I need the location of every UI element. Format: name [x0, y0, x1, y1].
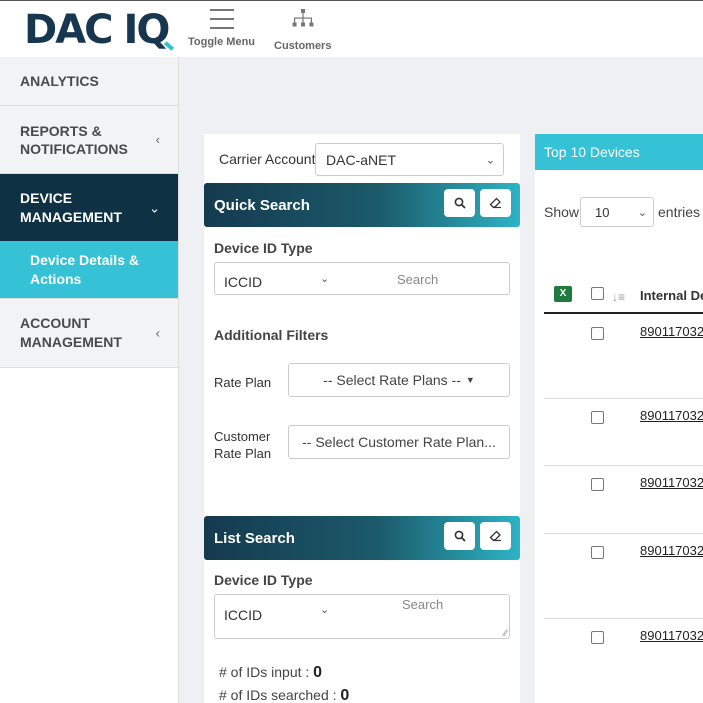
- search-icon: [454, 530, 466, 542]
- toggle-menu-label: Toggle Menu: [188, 36, 256, 48]
- table-row: 890117032: [544, 466, 703, 534]
- carrier-account-select[interactable]: DAC-aNET ⌄: [315, 143, 504, 176]
- resize-handle-icon[interactable]: ∕∕: [504, 628, 507, 638]
- sidebar-item-analytics[interactable]: ANALYTICS: [0, 57, 178, 106]
- sidebar-subitem-label: Device Details & Actions: [30, 251, 139, 287]
- search-panel: Carrier Account DAC-aNET ⌄ Quick Search …: [204, 134, 520, 703]
- table-header: X ↓≡ Internal De: [544, 280, 703, 314]
- chevron-down-icon: ⌄: [485, 154, 495, 166]
- customers-label: Customers: [274, 40, 332, 52]
- sidebar-item-account-management[interactable]: ACCOUNT MANAGEMENT ‹: [0, 298, 178, 368]
- chevron-down-icon: ⌄: [320, 273, 330, 285]
- excel-export-icon[interactable]: X: [554, 286, 572, 302]
- device-id-type-select[interactable]: ICCID: [224, 274, 262, 290]
- sidebar-item-label: ANALYTICS: [20, 73, 99, 89]
- top-devices-panel: Top 10 Devices Show 10 ⌄ entries X ↓≡ In…: [535, 134, 703, 703]
- row-checkbox[interactable]: [591, 411, 604, 424]
- list-search-header: List Search: [204, 516, 520, 560]
- customer-rate-plan-label: Customer Rate Plan: [214, 428, 271, 462]
- customer-rate-plan-select[interactable]: -- Select Customer Rate Plan...: [288, 425, 510, 459]
- chevron-down-icon: ⌄: [149, 200, 160, 215]
- table-row: 890117032: [544, 315, 703, 399]
- entries-value: 10: [595, 204, 610, 220]
- hamburger-icon: [209, 9, 234, 29]
- sidebar-item-device-management[interactable]: DEVICE MANAGEMENT ⌄: [0, 174, 178, 241]
- list-device-id-type-select[interactable]: ICCID: [224, 607, 262, 623]
- ids-input-count: # of IDs input : 0: [219, 664, 322, 682]
- list-search-combo: ICCID ⌄ Search ∕∕: [214, 594, 510, 639]
- rate-plan-select-text: -- Select Rate Plans --: [323, 372, 461, 388]
- customer-rate-plan-label-line2: Rate Plan: [214, 446, 272, 461]
- toggle-menu-button[interactable]: Toggle Menu: [188, 7, 255, 48]
- carrier-account-value: DAC-aNET: [326, 151, 397, 168]
- sidebar-item-label: DEVICE MANAGEMENT: [20, 189, 122, 225]
- sidebar-item-label: ACCOUNT MANAGEMENT: [20, 315, 122, 350]
- row-checkbox[interactable]: [591, 546, 604, 559]
- ids-searched-count: # of IDs searched : 0: [219, 687, 349, 703]
- select-all-checkbox[interactable]: [591, 287, 604, 300]
- ids-input-label: # of IDs input :: [219, 664, 314, 680]
- eraser-icon: [489, 530, 501, 542]
- quick-search-title: Quick Search: [214, 196, 310, 214]
- table-row: 890117032: [544, 619, 703, 703]
- device-id-link[interactable]: 890117032: [640, 324, 703, 339]
- device-id-link[interactable]: 890117032: [640, 475, 703, 490]
- device-id-link[interactable]: 890117032: [640, 628, 703, 643]
- caret-down-icon: ▼: [465, 375, 475, 385]
- sidebar-subitem-device-details[interactable]: Device Details & Actions: [0, 241, 178, 298]
- chevron-left-icon: ‹: [155, 325, 160, 341]
- quick-search-input[interactable]: Search: [397, 272, 438, 287]
- sidebar-item-reports-notifications[interactable]: REPORTS & NOTIFICATIONS ‹: [0, 106, 178, 174]
- ids-searched-value: 0: [340, 687, 350, 703]
- device-id-link[interactable]: 890117032: [640, 543, 703, 558]
- list-search-title: List Search: [214, 529, 295, 547]
- ids-input-value: 0: [313, 664, 323, 681]
- entries-select[interactable]: 10 ⌄: [580, 197, 654, 227]
- row-checkbox[interactable]: [591, 631, 604, 644]
- top-devices-header: Top 10 Devices: [535, 134, 703, 170]
- show-label: Show: [544, 204, 580, 220]
- org-chart-icon: [292, 9, 314, 27]
- quick-search-combo: ICCID ⌄ Search: [214, 262, 510, 295]
- chevron-left-icon: ‹: [155, 131, 160, 147]
- quick-search-header: Quick Search: [204, 183, 520, 227]
- list-search-textarea[interactable]: Search: [402, 597, 443, 612]
- list-search-clear-button[interactable]: [480, 522, 511, 550]
- sort-icon[interactable]: ↓≡: [612, 290, 625, 304]
- customers-button[interactable]: Customers: [274, 7, 331, 52]
- top-devices-title: Top 10 Devices: [544, 144, 640, 160]
- search-icon: [454, 197, 466, 209]
- list-search-button[interactable]: [444, 522, 475, 550]
- rate-plan-select[interactable]: -- Select Rate Plans -- ▼: [288, 363, 510, 397]
- column-header-internal-device[interactable]: Internal De: [640, 288, 703, 303]
- device-id-link[interactable]: 890117032: [640, 408, 703, 423]
- quick-search-clear-button[interactable]: [480, 189, 511, 217]
- row-checkbox[interactable]: [591, 478, 604, 491]
- top-header: DAC IQ Toggle Menu Customers: [0, 0, 703, 57]
- row-checkbox[interactable]: [591, 327, 604, 340]
- table-row: 890117032: [544, 534, 703, 619]
- customer-rate-plan-select-text: -- Select Customer Rate Plan...: [302, 434, 496, 450]
- app-logo[interactable]: DAC IQ: [24, 7, 170, 53]
- rate-plan-label: Rate Plan: [214, 375, 272, 390]
- chevron-down-icon: ⌄: [320, 604, 330, 616]
- sidebar: ANALYTICS REPORTS & NOTIFICATIONS ‹ DEVI…: [0, 57, 179, 703]
- table-row: 890117032: [544, 399, 703, 466]
- eraser-icon: [489, 197, 501, 209]
- ids-searched-label: # of IDs searched :: [219, 687, 341, 703]
- additional-filters-label: Additional Filters: [214, 327, 329, 343]
- device-id-type-label: Device ID Type: [214, 240, 313, 256]
- quick-search-button[interactable]: [444, 189, 475, 217]
- chevron-down-icon: ⌄: [637, 206, 647, 219]
- sidebar-item-label: REPORTS & NOTIFICATIONS: [20, 122, 128, 157]
- carrier-account-label: Carrier Account: [219, 151, 316, 167]
- list-device-id-type-label: Device ID Type: [214, 572, 313, 588]
- entries-label: entries: [658, 204, 701, 220]
- customer-rate-plan-label-line1: Customer: [214, 429, 271, 444]
